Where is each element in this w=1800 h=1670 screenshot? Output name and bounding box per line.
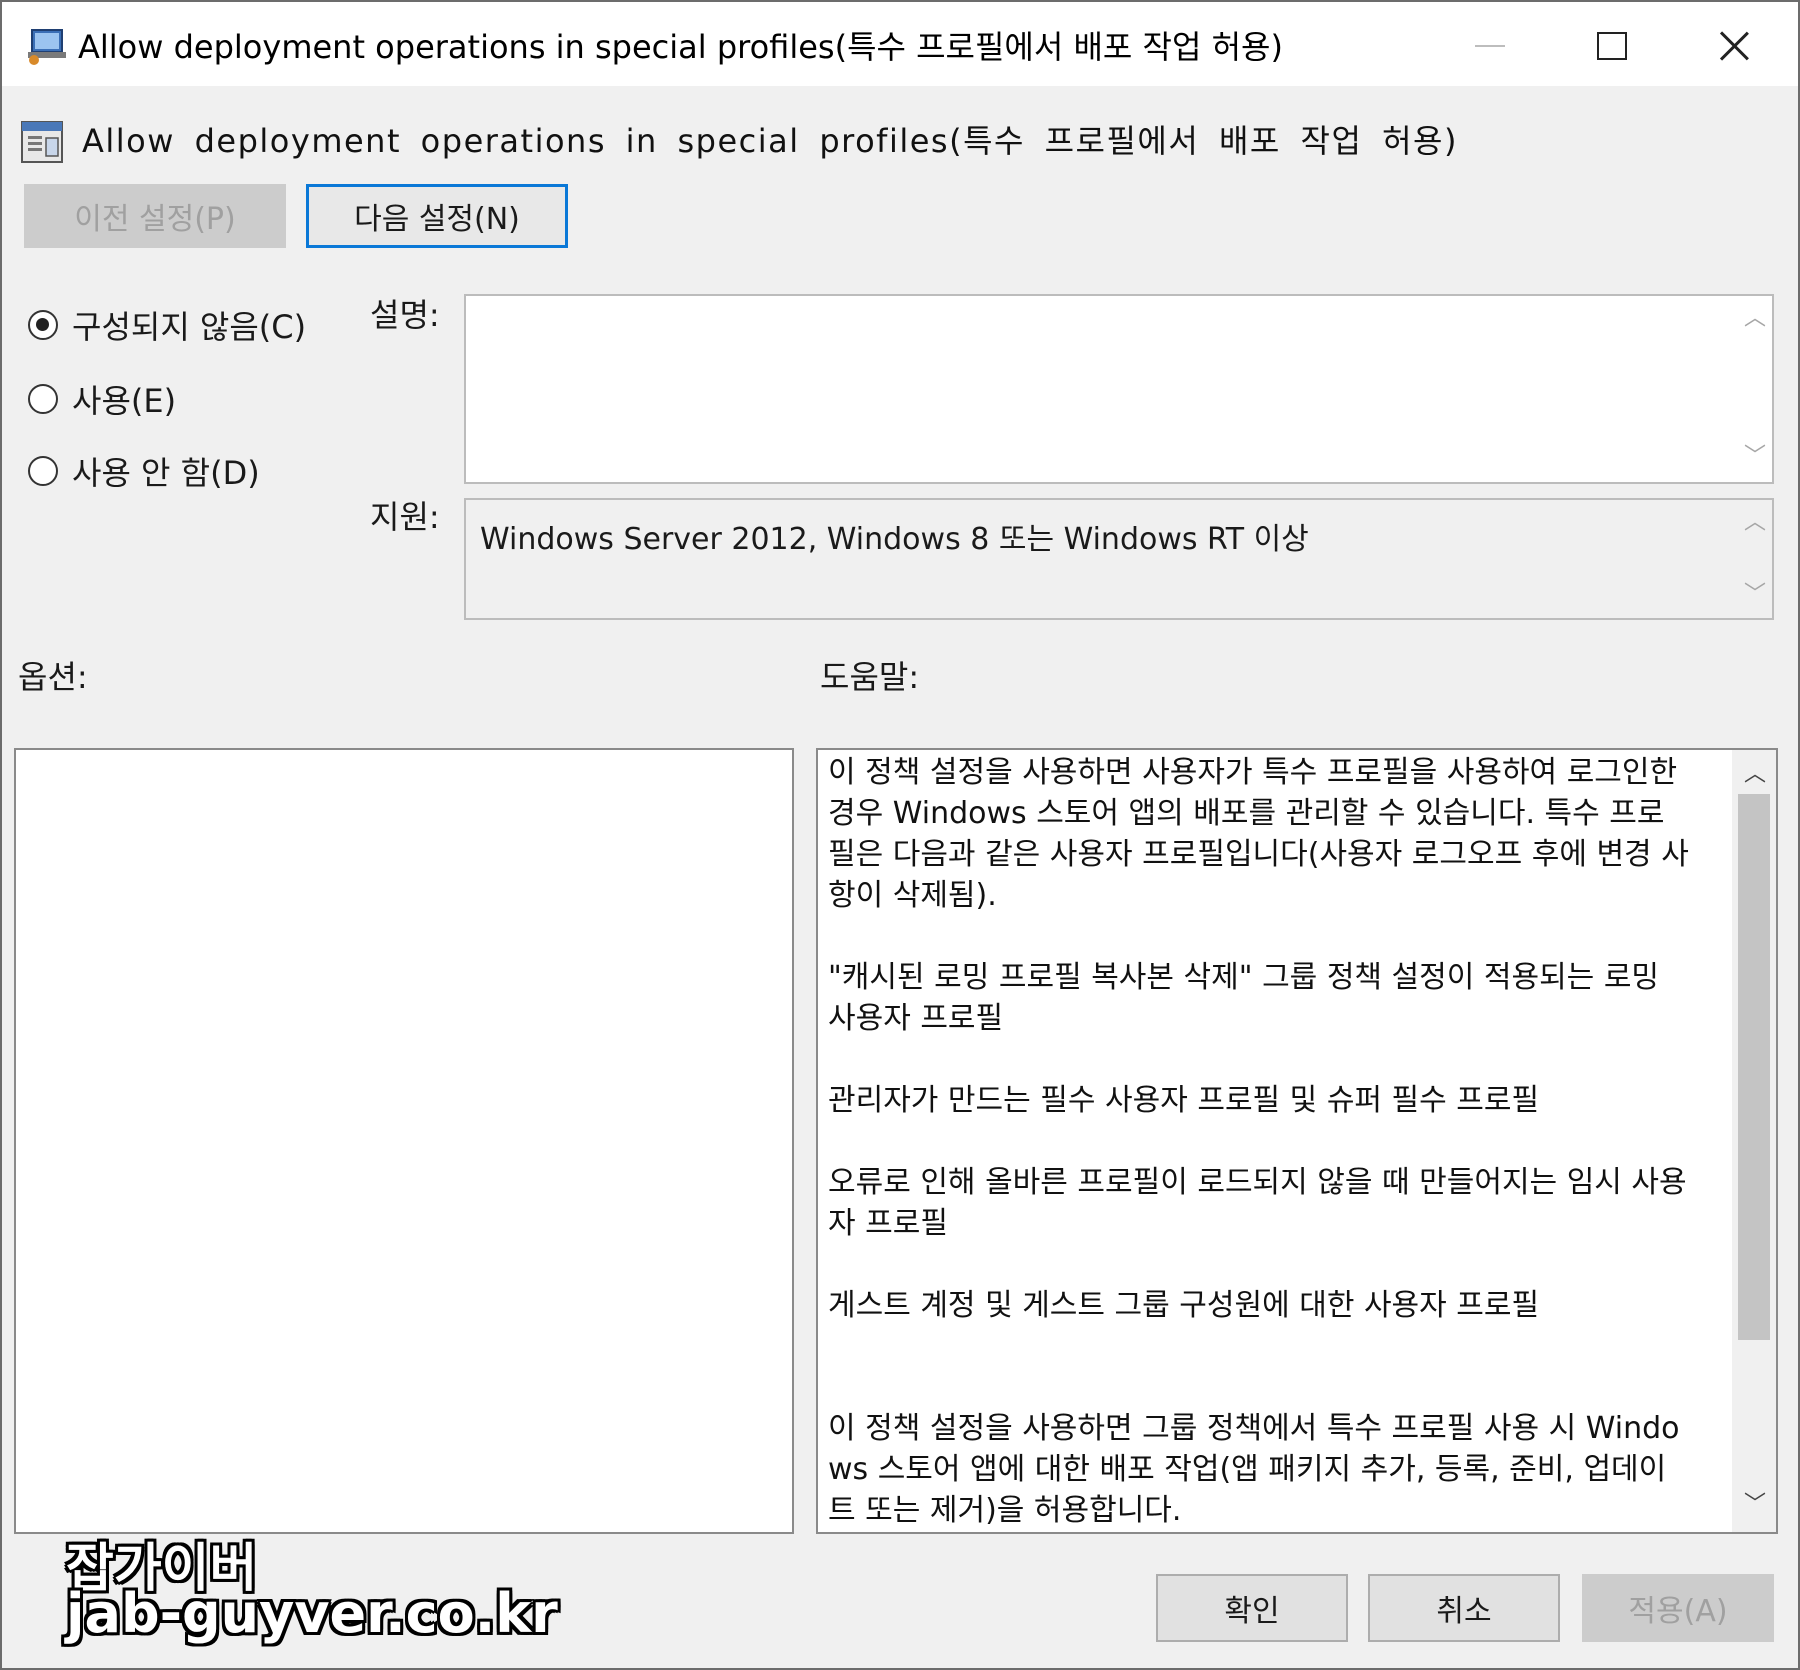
- next-setting-button[interactable]: 다음 설정(N): [306, 184, 568, 248]
- scroll-down-icon[interactable]: ﹀: [1744, 584, 1766, 606]
- radio-button-icon[interactable]: [28, 456, 58, 486]
- help-text: 이 정책 설정을 사용하면 사용자가 특수 프로필을 사용하여 로그인한 경우 …: [828, 755, 1689, 1528]
- help-label: 도움말:: [820, 658, 920, 696]
- title-bar[interactable]: Allow deployment operations in special p…: [2, 2, 1798, 86]
- description-scrollbar[interactable]: ︿ ﹀: [1732, 296, 1772, 482]
- support-box[interactable]: Windows Server 2012, Windows 8 또는 Window…: [464, 498, 1774, 620]
- description-box[interactable]: ︿ ﹀: [464, 294, 1774, 484]
- support-label: 지원:: [370, 498, 440, 536]
- radio-button-icon[interactable]: [28, 384, 58, 414]
- radio-label: 사용 안 함(D): [72, 454, 260, 492]
- close-button[interactable]: [1702, 16, 1766, 76]
- watermark-url: jab-guyver.co.kr: [66, 1582, 558, 1645]
- minimize-button[interactable]: [1458, 16, 1522, 76]
- support-text: Windows Server 2012, Windows 8 또는 Window…: [480, 522, 1309, 557]
- support-scrollbar[interactable]: ︿ ﹀: [1732, 500, 1772, 618]
- scroll-down-icon[interactable]: ﹀: [1744, 446, 1766, 468]
- cancel-button[interactable]: 취소: [1368, 1574, 1560, 1642]
- help-pane[interactable]: 이 정책 설정을 사용하면 사용자가 특수 프로필을 사용하여 로그인한 경우 …: [816, 748, 1778, 1534]
- radio-disabled[interactable]: 사용 안 함(D): [28, 448, 260, 494]
- minimize-icon: [1475, 45, 1505, 47]
- group-policy-icon: [24, 26, 70, 66]
- apply-button[interactable]: 적용(A): [1582, 1574, 1774, 1642]
- radio-label: 구성되지 않음(C): [72, 308, 307, 346]
- close-icon: [1719, 31, 1749, 61]
- scrollbar-thumb[interactable]: [1738, 794, 1770, 1340]
- radio-button-checked-icon[interactable]: [28, 310, 58, 340]
- radio-label: 사용(E): [72, 382, 177, 420]
- scroll-up-icon[interactable]: ︿: [1744, 764, 1766, 786]
- radio-enabled[interactable]: 사용(E): [28, 376, 176, 422]
- help-scrollbar[interactable]: ︿ ﹀: [1732, 750, 1776, 1532]
- policy-dialog-window: Allow deployment operations in special p…: [0, 0, 1800, 1670]
- policy-setting-icon: [20, 120, 64, 164]
- scroll-up-icon[interactable]: ︿: [1744, 308, 1766, 330]
- previous-setting-button[interactable]: 이전 설정(P): [24, 184, 286, 248]
- window-title: Allow deployment operations in special p…: [78, 28, 1283, 66]
- maximize-icon: [1597, 32, 1627, 60]
- description-label: 설명:: [370, 296, 440, 334]
- radio-not-configured[interactable]: 구성되지 않음(C): [28, 302, 306, 348]
- maximize-button[interactable]: [1580, 16, 1644, 76]
- policy-name: Allow deployment operations in special p…: [82, 122, 1458, 160]
- options-label: 옵션:: [18, 658, 88, 696]
- scroll-up-icon[interactable]: ︿: [1744, 512, 1766, 534]
- scroll-down-icon[interactable]: ﹀: [1744, 1494, 1766, 1516]
- options-pane[interactable]: [14, 748, 794, 1534]
- ok-button[interactable]: 확인: [1156, 1574, 1348, 1642]
